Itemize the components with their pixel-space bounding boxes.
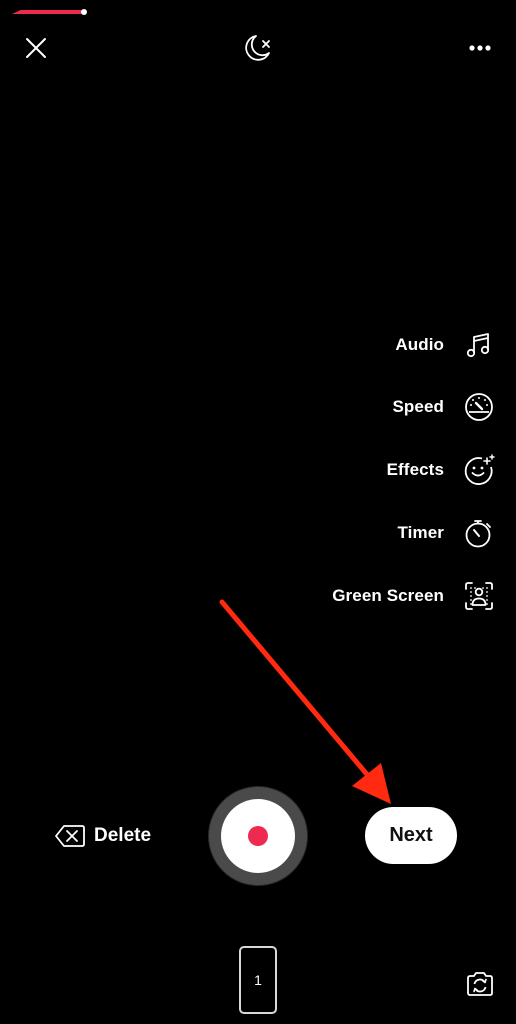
tool-green-screen[interactable]: Green Screen: [332, 576, 496, 616]
tool-effects-label: Effects: [386, 460, 444, 479]
recording-progress-fill: [12, 10, 84, 14]
speedometer-icon: [462, 390, 496, 424]
tool-speed[interactable]: Speed: [392, 387, 496, 427]
delete-clip-button[interactable]: Delete: [54, 820, 151, 852]
tool-speed-label: Speed: [392, 397, 444, 416]
delete-label: Delete: [94, 825, 152, 846]
record-dot-icon: [248, 826, 268, 846]
clip-count: 1: [254, 972, 262, 988]
flip-camera-button[interactable]: [464, 968, 496, 1000]
close-icon: [26, 38, 46, 58]
record-button-inner: [221, 799, 295, 873]
smiley-sparkle-icon: [462, 453, 496, 487]
night-mode-button[interactable]: [240, 30, 276, 66]
backspace-delete-icon: [55, 825, 85, 847]
tool-green-screen-label: Green Screen: [332, 586, 444, 605]
tool-timer[interactable]: Timer: [398, 513, 497, 553]
clip-thumbnail[interactable]: 1: [239, 946, 277, 1014]
tool-audio[interactable]: Audio: [395, 325, 496, 365]
record-button[interactable]: [209, 787, 307, 885]
more-options-button[interactable]: [464, 32, 496, 64]
more-horizontal-icon: [469, 45, 491, 51]
recording-progress-bar: [12, 9, 87, 15]
next-button[interactable]: Next: [365, 807, 457, 864]
moon-off-icon: [245, 35, 270, 61]
tool-timer-label: Timer: [397, 523, 444, 542]
tool-effects[interactable]: Effects: [387, 450, 496, 490]
annotation-arrow-head: [352, 763, 391, 804]
annotation-arrow-shaft: [219, 599, 373, 781]
stopwatch-icon: [462, 516, 496, 550]
music-note-icon: [462, 328, 496, 362]
close-button[interactable]: [20, 32, 52, 64]
tool-audio-label: Audio: [395, 335, 444, 354]
camera-flip-icon: [467, 972, 493, 996]
recording-progress-knob: [81, 9, 87, 15]
green-screen-icon: [462, 579, 496, 613]
